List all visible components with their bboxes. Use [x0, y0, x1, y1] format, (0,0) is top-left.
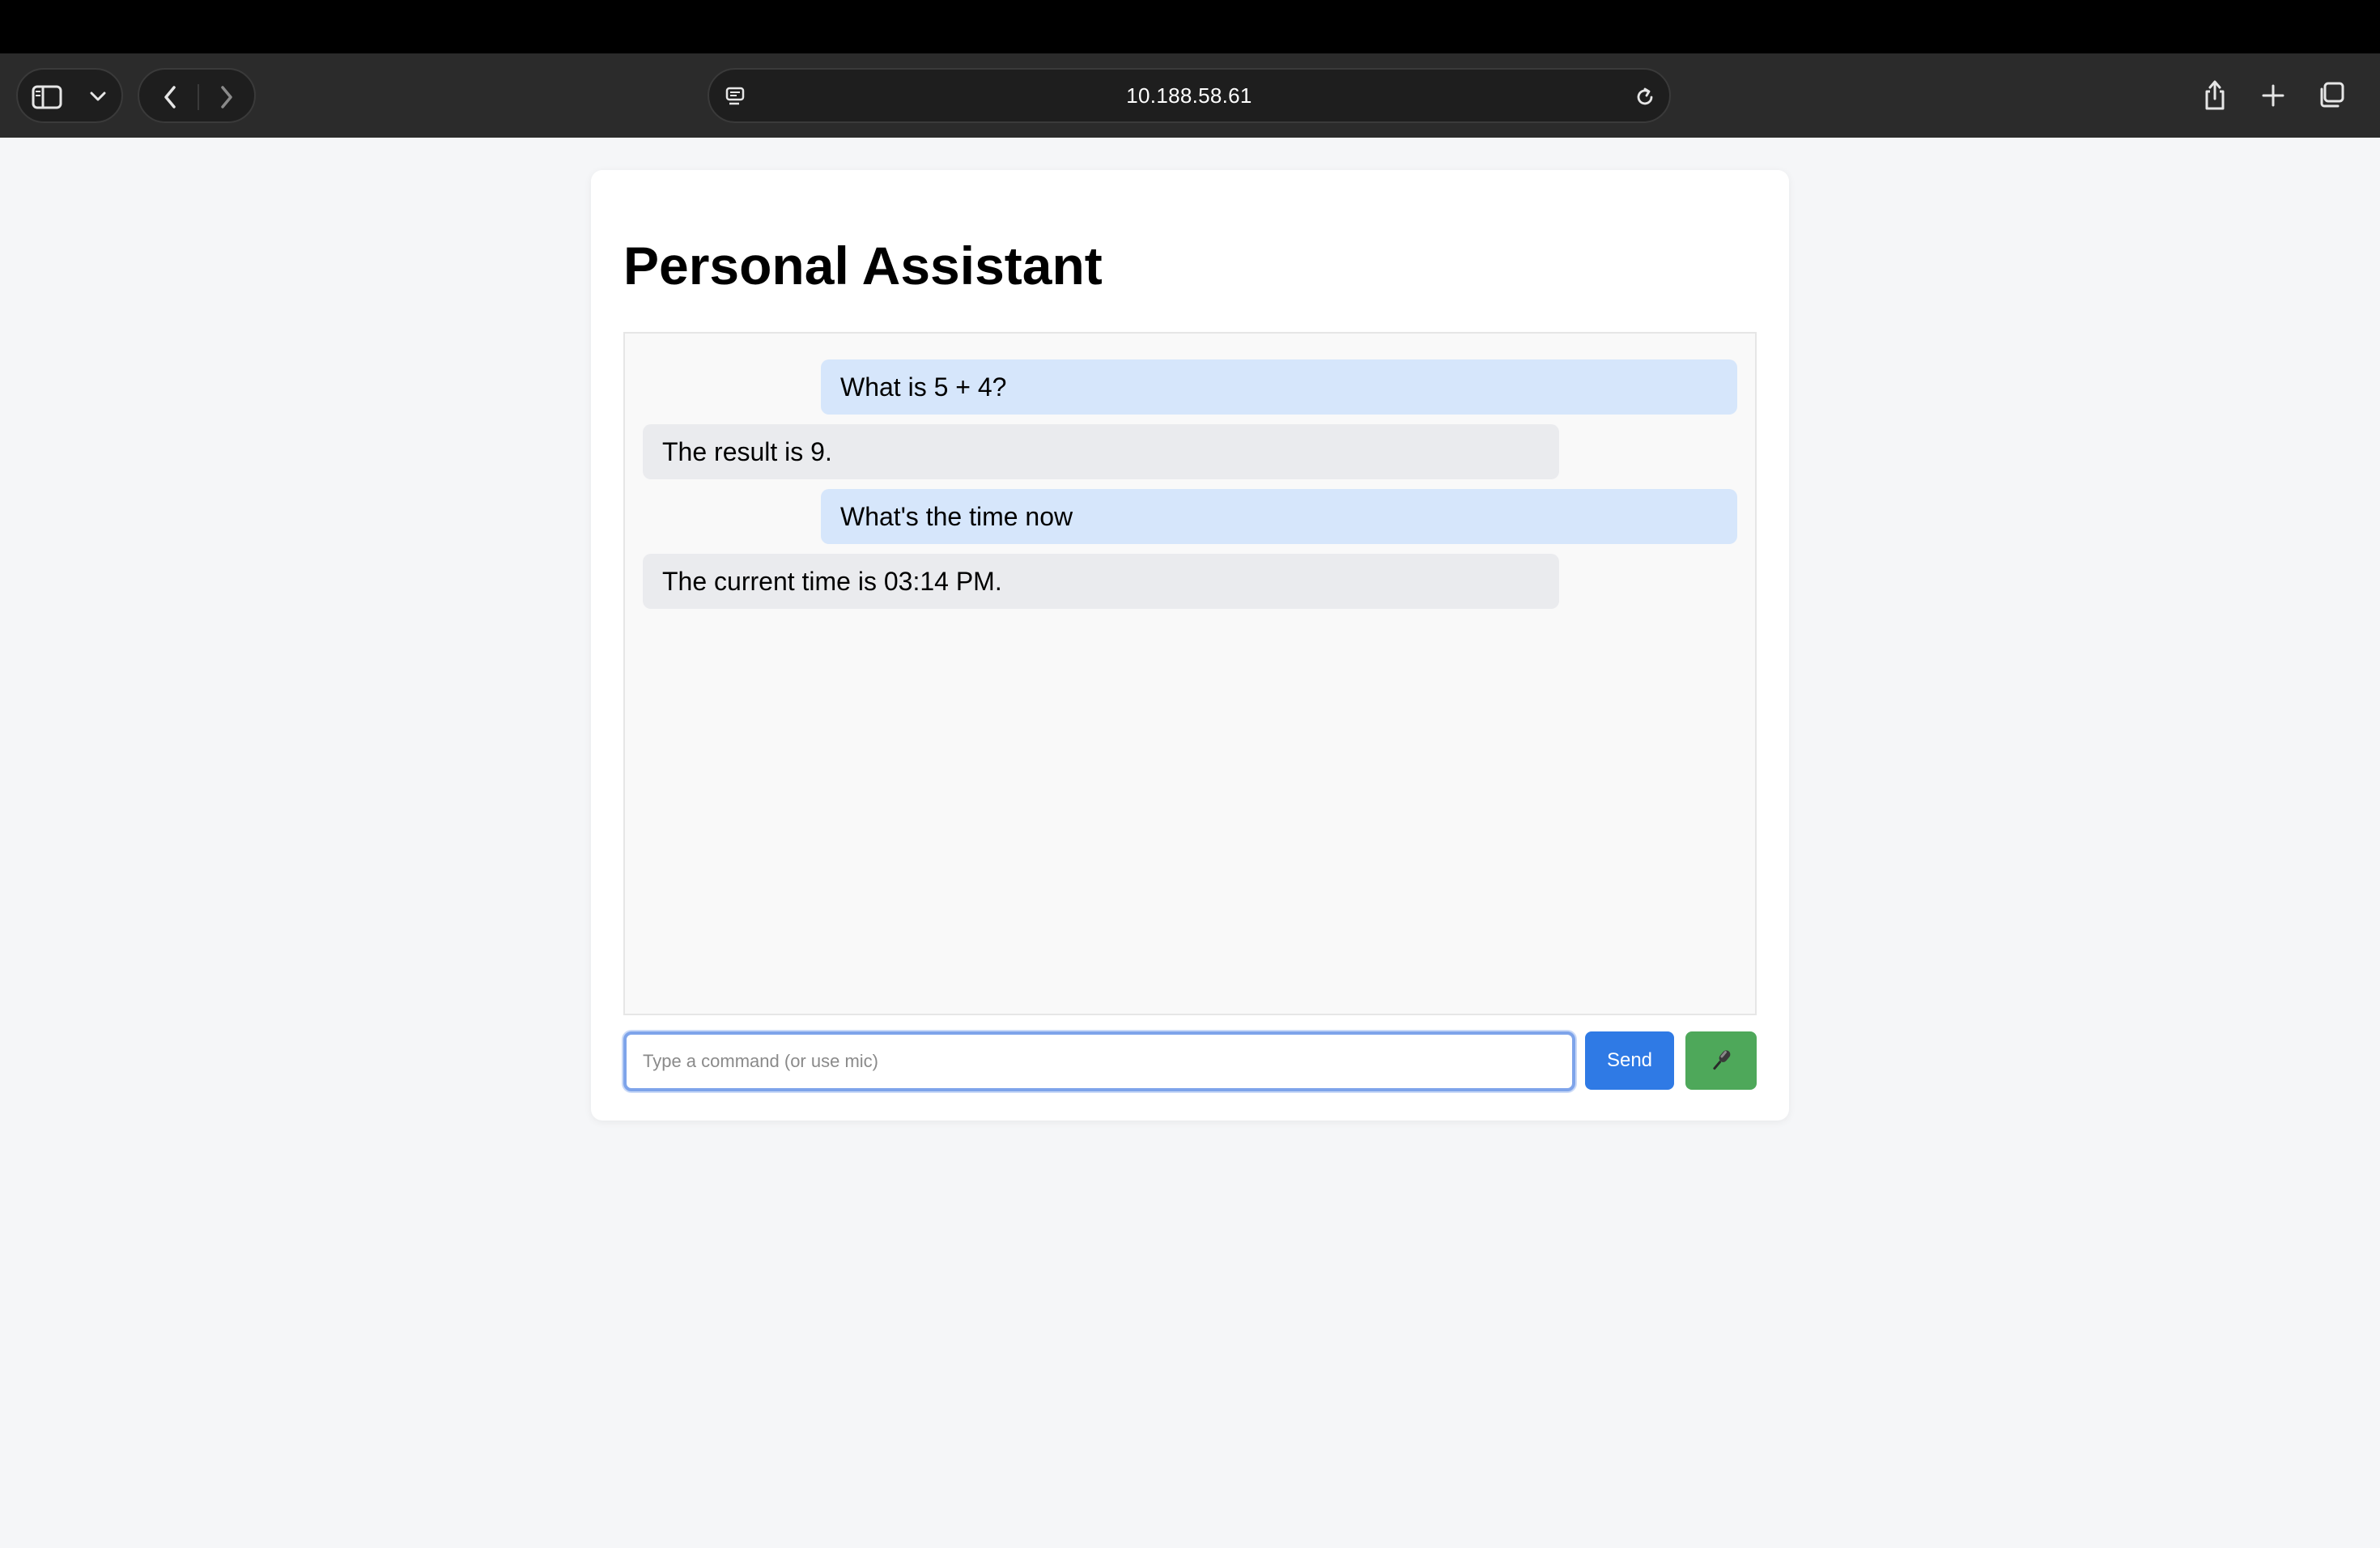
send-button[interactable]: Send: [1585, 1031, 1674, 1090]
divider: [198, 84, 199, 110]
tabs-overview-icon[interactable]: [2315, 79, 2348, 112]
user-message: What's the time now: [821, 489, 1737, 544]
chevron-down-icon[interactable]: [86, 84, 110, 108]
assistant-card: Personal Assistant What is 5 + 4? The re…: [591, 170, 1789, 1121]
mic-button[interactable]: [1685, 1031, 1757, 1090]
navigation-group: [138, 68, 256, 123]
menu-bar-strip: [0, 0, 2380, 53]
browser-toolbar: 10.188.58.61: [0, 53, 2380, 138]
assistant-message: The result is 9.: [643, 424, 1559, 479]
back-icon[interactable]: [155, 83, 185, 112]
reload-icon[interactable]: [1630, 83, 1660, 112]
share-icon[interactable]: [2199, 78, 2231, 113]
new-tab-icon[interactable]: [2257, 79, 2289, 112]
user-message: What is 5 + 4?: [821, 359, 1737, 415]
sidebar-toggle-group: [16, 68, 123, 123]
microphone-icon: [1707, 1047, 1735, 1074]
sidebar-icon[interactable]: [31, 81, 63, 113]
command-input[interactable]: [627, 1035, 1572, 1088]
forward-icon[interactable]: [212, 83, 241, 112]
assistant-message: The current time is 03:14 PM.: [643, 554, 1559, 609]
command-input-wrapper: [623, 1031, 1575, 1091]
page-title: Personal Assistant: [623, 236, 1103, 296]
address-bar[interactable]: 10.188.58.61: [708, 68, 1671, 123]
url-text: 10.188.58.61: [1126, 83, 1252, 108]
chat-log[interactable]: What is 5 + 4? The result is 9. What's t…: [623, 332, 1757, 1015]
